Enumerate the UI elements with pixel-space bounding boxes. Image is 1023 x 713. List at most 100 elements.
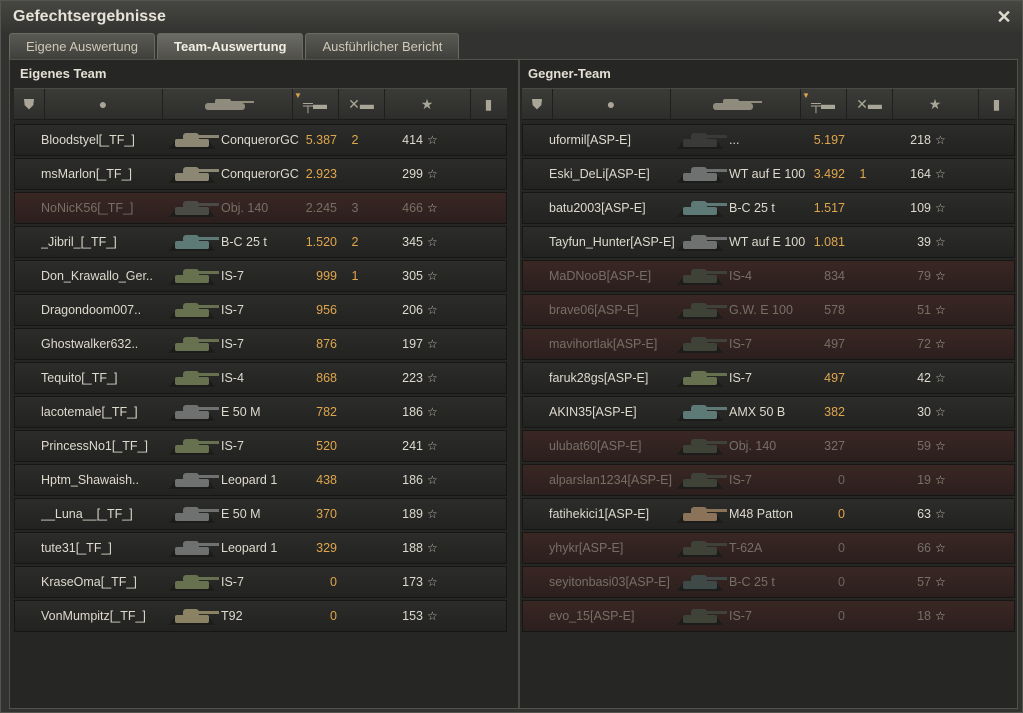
- player-row[interactable]: Eski_DeLi[ASP-E] WT auf E 100 3.492 1 164 ☆: [522, 158, 1015, 190]
- destroyed-icon[interactable]: ✕▬: [338, 89, 385, 119]
- xp-value: 299: [402, 167, 423, 181]
- xp-value: 72: [917, 337, 931, 351]
- player-row[interactable]: Don_Krawallo_Ger.. IS-7 999 1 305 ☆: [14, 260, 507, 292]
- xp-value: 305: [402, 269, 423, 283]
- player-name: Bloodstyel[_TF_]: [41, 133, 135, 147]
- tank-name: AMX 50 B: [729, 405, 786, 419]
- player-row[interactable]: mavihortlak[ASP-E] IS-7 497 72 ☆: [522, 328, 1015, 360]
- xp-value: 79: [917, 269, 931, 283]
- damage-value: 868: [316, 371, 337, 385]
- xp-value: 42: [917, 371, 931, 385]
- tank-icon[interactable]: [670, 89, 801, 119]
- tank-name: ConquerorGC: [221, 167, 299, 181]
- damage-value: 329: [316, 541, 337, 555]
- star-icon: ☆: [427, 473, 438, 487]
- player-name: PrincessNo1[_TF_]: [41, 439, 148, 453]
- tank-image-icon: [169, 337, 219, 353]
- tank-name: ...: [729, 133, 740, 147]
- tank-icon[interactable]: [162, 89, 293, 119]
- player-row[interactable]: Bloodstyel[_TF_] ConquerorGC 5.387 2 414 ☆: [14, 124, 507, 156]
- tank-image-icon: [169, 303, 219, 319]
- medal-icon[interactable]: ▮: [470, 89, 507, 119]
- player-row[interactable]: AKIN35[ASP-E] AMX 50 B 382 30 ☆: [522, 396, 1015, 428]
- player-row[interactable]: ulubat60[ASP-E] Obj. 140 327 59 ☆: [522, 430, 1015, 462]
- player-row[interactable]: faruk28gs[ASP-E] IS-7 497 42 ☆: [522, 362, 1015, 394]
- xp-value: 345: [402, 235, 423, 249]
- player-row[interactable]: evo_15[ASP-E] IS-7 0 18 ☆: [522, 600, 1015, 632]
- player-name: __Luna__[_TF_]: [41, 507, 133, 521]
- damage-value: 578: [824, 303, 845, 317]
- person-icon[interactable]: ●: [552, 89, 671, 119]
- player-row[interactable]: MaDNooB[ASP-E] IS-4 834 79 ☆: [522, 260, 1015, 292]
- player-row[interactable]: Ghostwalker632.. IS-7 876 197 ☆: [14, 328, 507, 360]
- player-name: Tequito[_TF_]: [41, 371, 118, 385]
- damage-value: 999: [316, 269, 337, 283]
- player-name: uformil[ASP-E]: [549, 133, 631, 147]
- tank-image-icon: [677, 371, 727, 387]
- player-row[interactable]: tute31[_TF_] Leopard 1 329 188 ☆: [14, 532, 507, 564]
- xp-value: 186: [402, 405, 423, 419]
- damage-value: 1.520: [305, 235, 337, 249]
- player-row[interactable]: NoNicK56[_TF_] Obj. 140 2.245 3 466 ☆: [14, 192, 507, 224]
- player-name: Tayfun_Hunter[ASP-E]: [549, 235, 675, 249]
- damage-icon[interactable]: ▼ ╤▬: [292, 89, 339, 119]
- player-row[interactable]: seyitonbasi03[ASP-E] B-C 25 t 0 57 ☆: [522, 566, 1015, 598]
- xp-value: 153: [402, 609, 423, 623]
- damage-value: 0: [838, 575, 845, 589]
- star-icon[interactable]: ★: [892, 89, 979, 119]
- xp-value: 51: [917, 303, 931, 317]
- player-row[interactable]: brave06[ASP-E] G.W. E 100 578 51 ☆: [522, 294, 1015, 326]
- close-icon[interactable]: ✕: [994, 7, 1014, 27]
- star-icon: ☆: [935, 303, 946, 317]
- shield-icon[interactable]: ⛊: [522, 89, 553, 119]
- player-row[interactable]: VonMumpitz[_TF_] T92 0 153 ☆: [14, 600, 507, 632]
- damage-value: 0: [838, 541, 845, 555]
- player-row[interactable]: Dragondoom007.. IS-7 956 206 ☆: [14, 294, 507, 326]
- tab-team-auswertung[interactable]: Team-Auswertung: [157, 33, 304, 59]
- player-name: Dragondoom007..: [41, 303, 142, 317]
- player-row[interactable]: __Luna__[_TF_] E 50 M 370 189 ☆: [14, 498, 507, 530]
- player-row[interactable]: fatihekici1[ASP-E] M48 Patton 0 63 ☆: [522, 498, 1015, 530]
- player-row[interactable]: batu2003[ASP-E] B-C 25 t 1.517 109 ☆: [522, 192, 1015, 224]
- tank-image-icon: [677, 303, 727, 319]
- medal-icon[interactable]: ▮: [978, 89, 1015, 119]
- damage-value: 876: [316, 337, 337, 351]
- player-row[interactable]: msMarlon[_TF_] ConquerorGC 2.923 299 ☆: [14, 158, 507, 190]
- player-row[interactable]: yhykr[ASP-E] T-62A 0 66 ☆: [522, 532, 1015, 564]
- tank-name: WT auf E 100: [729, 235, 806, 249]
- xp-value: 206: [402, 303, 423, 317]
- player-name: seyitonbasi03[ASP-E]: [549, 575, 670, 589]
- player-name: faruk28gs[ASP-E]: [549, 371, 649, 385]
- tab-eigene-auswertung[interactable]: Eigene Auswertung: [9, 33, 156, 59]
- tab-ausfuehrlicher-bericht[interactable]: Ausführlicher Bericht: [305, 33, 460, 59]
- shield-icon[interactable]: ⛊: [14, 89, 45, 119]
- player-row[interactable]: Tequito[_TF_] IS-4 868 223 ☆: [14, 362, 507, 394]
- tank-image-icon: [169, 371, 219, 387]
- damage-icon[interactable]: ▼ ╤▬: [800, 89, 847, 119]
- player-row[interactable]: Hptm_Shawaish.. Leopard 1 438 186 ☆: [14, 464, 507, 496]
- star-icon: ☆: [935, 337, 946, 351]
- player-row[interactable]: KraseOma[_TF_] IS-7 0 173 ☆: [14, 566, 507, 598]
- tank-name: IS-7: [729, 371, 752, 385]
- star-icon: ☆: [427, 371, 438, 385]
- xp-value: 173: [402, 575, 423, 589]
- player-row[interactable]: alparslan1234[ASP-E] IS-7 0 19 ☆: [522, 464, 1015, 496]
- player-row[interactable]: uformil[ASP-E]... 5.197 218 ☆: [522, 124, 1015, 156]
- player-row[interactable]: _Jibril_[_TF_] B-C 25 t 1.520 2 345 ☆: [14, 226, 507, 258]
- destroyed-icon[interactable]: ✕▬: [846, 89, 893, 119]
- player-row[interactable]: PrincessNo1[_TF_] IS-7 520 241 ☆: [14, 430, 507, 462]
- person-icon[interactable]: ●: [44, 89, 163, 119]
- star-icon[interactable]: ★: [384, 89, 471, 119]
- damage-value: 1.081: [813, 235, 845, 249]
- tank-image-icon: [677, 507, 727, 523]
- tank-image-icon: [169, 167, 219, 183]
- star-icon: ☆: [427, 507, 438, 521]
- player-row[interactable]: Tayfun_Hunter[ASP-E] WT auf E 100 1.081 39 ☆: [522, 226, 1015, 258]
- xp-value: 57: [917, 575, 931, 589]
- tank-image-icon: [677, 201, 727, 217]
- xp-value: 109: [910, 201, 931, 215]
- player-name: KraseOma[_TF_]: [41, 575, 137, 589]
- player-row[interactable]: lacotemale[_TF_] E 50 M 782 186 ☆: [14, 396, 507, 428]
- damage-value: 382: [824, 405, 845, 419]
- damage-value: 0: [838, 507, 845, 521]
